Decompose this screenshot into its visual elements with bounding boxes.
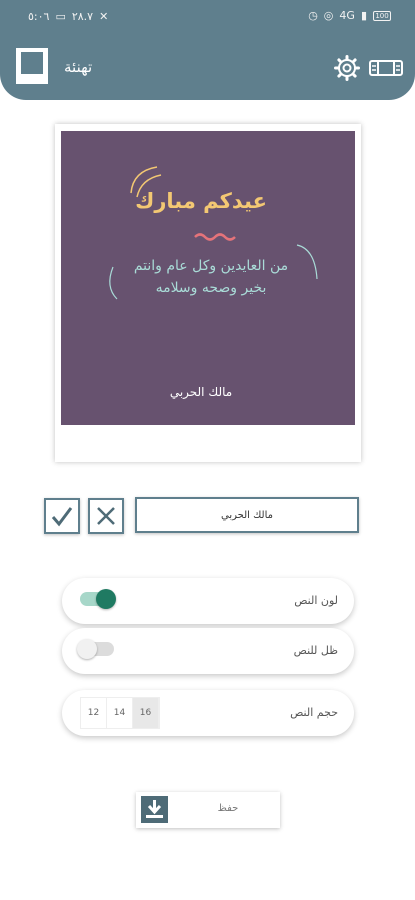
app-header: ٥:٠٦ ▭ ٢٨.٧ ✕ ◷ ◎ 4G ▮ 100 تهنئة (0, 0, 415, 100)
alarm-icon: ◷ (308, 9, 318, 22)
status-time: ٥:٠٦ (28, 10, 50, 23)
card-preview-frame: عيدكم مبارك من العايدين وكل عام وانتم بخ… (55, 124, 361, 462)
save-label: حفظ (217, 803, 239, 814)
text-size-option: 12 14 16 حجم النص (62, 690, 354, 736)
card-message-line-2: بخير وصحه وسلامه (155, 280, 267, 296)
size-option-12[interactable]: 12 (81, 698, 107, 728)
signature-input[interactable] (135, 497, 359, 533)
app-title: تهنئة (64, 58, 93, 76)
message-icon: ▭ (55, 10, 66, 23)
text-color-toggle[interactable] (80, 589, 116, 609)
size-option-14[interactable]: 14 (107, 698, 133, 728)
toggle-knob (96, 589, 116, 609)
confirm-button[interactable] (44, 498, 80, 534)
gear-icon[interactable] (334, 55, 360, 81)
size-option-16[interactable]: 16 (133, 698, 159, 728)
check-icon (51, 507, 73, 527)
network-type: 4G (339, 9, 355, 22)
text-size-selector: 12 14 16 (80, 697, 160, 729)
signal-icon: ▮ (360, 9, 367, 22)
card-title: عيدكم مبارك (135, 189, 267, 213)
card-message-line-1: من العايدين وكل عام وانتم (133, 258, 289, 274)
close-icon (97, 507, 115, 525)
card-message: من العايدين وكل عام وانتم بخير وصحه وسلا… (111, 255, 311, 299)
cancel-button[interactable] (88, 498, 124, 534)
battery-level: 100 (375, 11, 389, 20)
greeting-card[interactable]: عيدكم مبارك من العايدين وكل عام وانتم بخ… (61, 131, 355, 425)
frame-icon[interactable] (14, 46, 50, 86)
status-bar: ٥:٠٦ ▭ ٢٨.٧ ✕ ◷ ◎ 4G ▮ 100 (0, 0, 415, 32)
text-size-label: حجم النص (290, 706, 338, 719)
vibrate-icon: ◎ (323, 9, 334, 22)
battery-icon: 100 (373, 10, 391, 21)
text-color-label: لون النص (294, 594, 338, 607)
status-speed: ٢٨.٧ (71, 10, 94, 23)
mute-icon: ✕ (99, 10, 109, 23)
save-button[interactable]: حفظ (136, 792, 280, 828)
text-shadow-toggle[interactable] (77, 639, 114, 659)
text-shadow-option: ظل للنص (62, 628, 354, 674)
download-icon (141, 796, 168, 823)
toggle-knob (77, 639, 97, 659)
text-color-option: لون النص (62, 578, 354, 624)
card-signature: مالك الحربي (169, 385, 233, 399)
film-strip-icon[interactable] (369, 58, 403, 78)
text-shadow-label: ظل للنص (293, 644, 338, 657)
